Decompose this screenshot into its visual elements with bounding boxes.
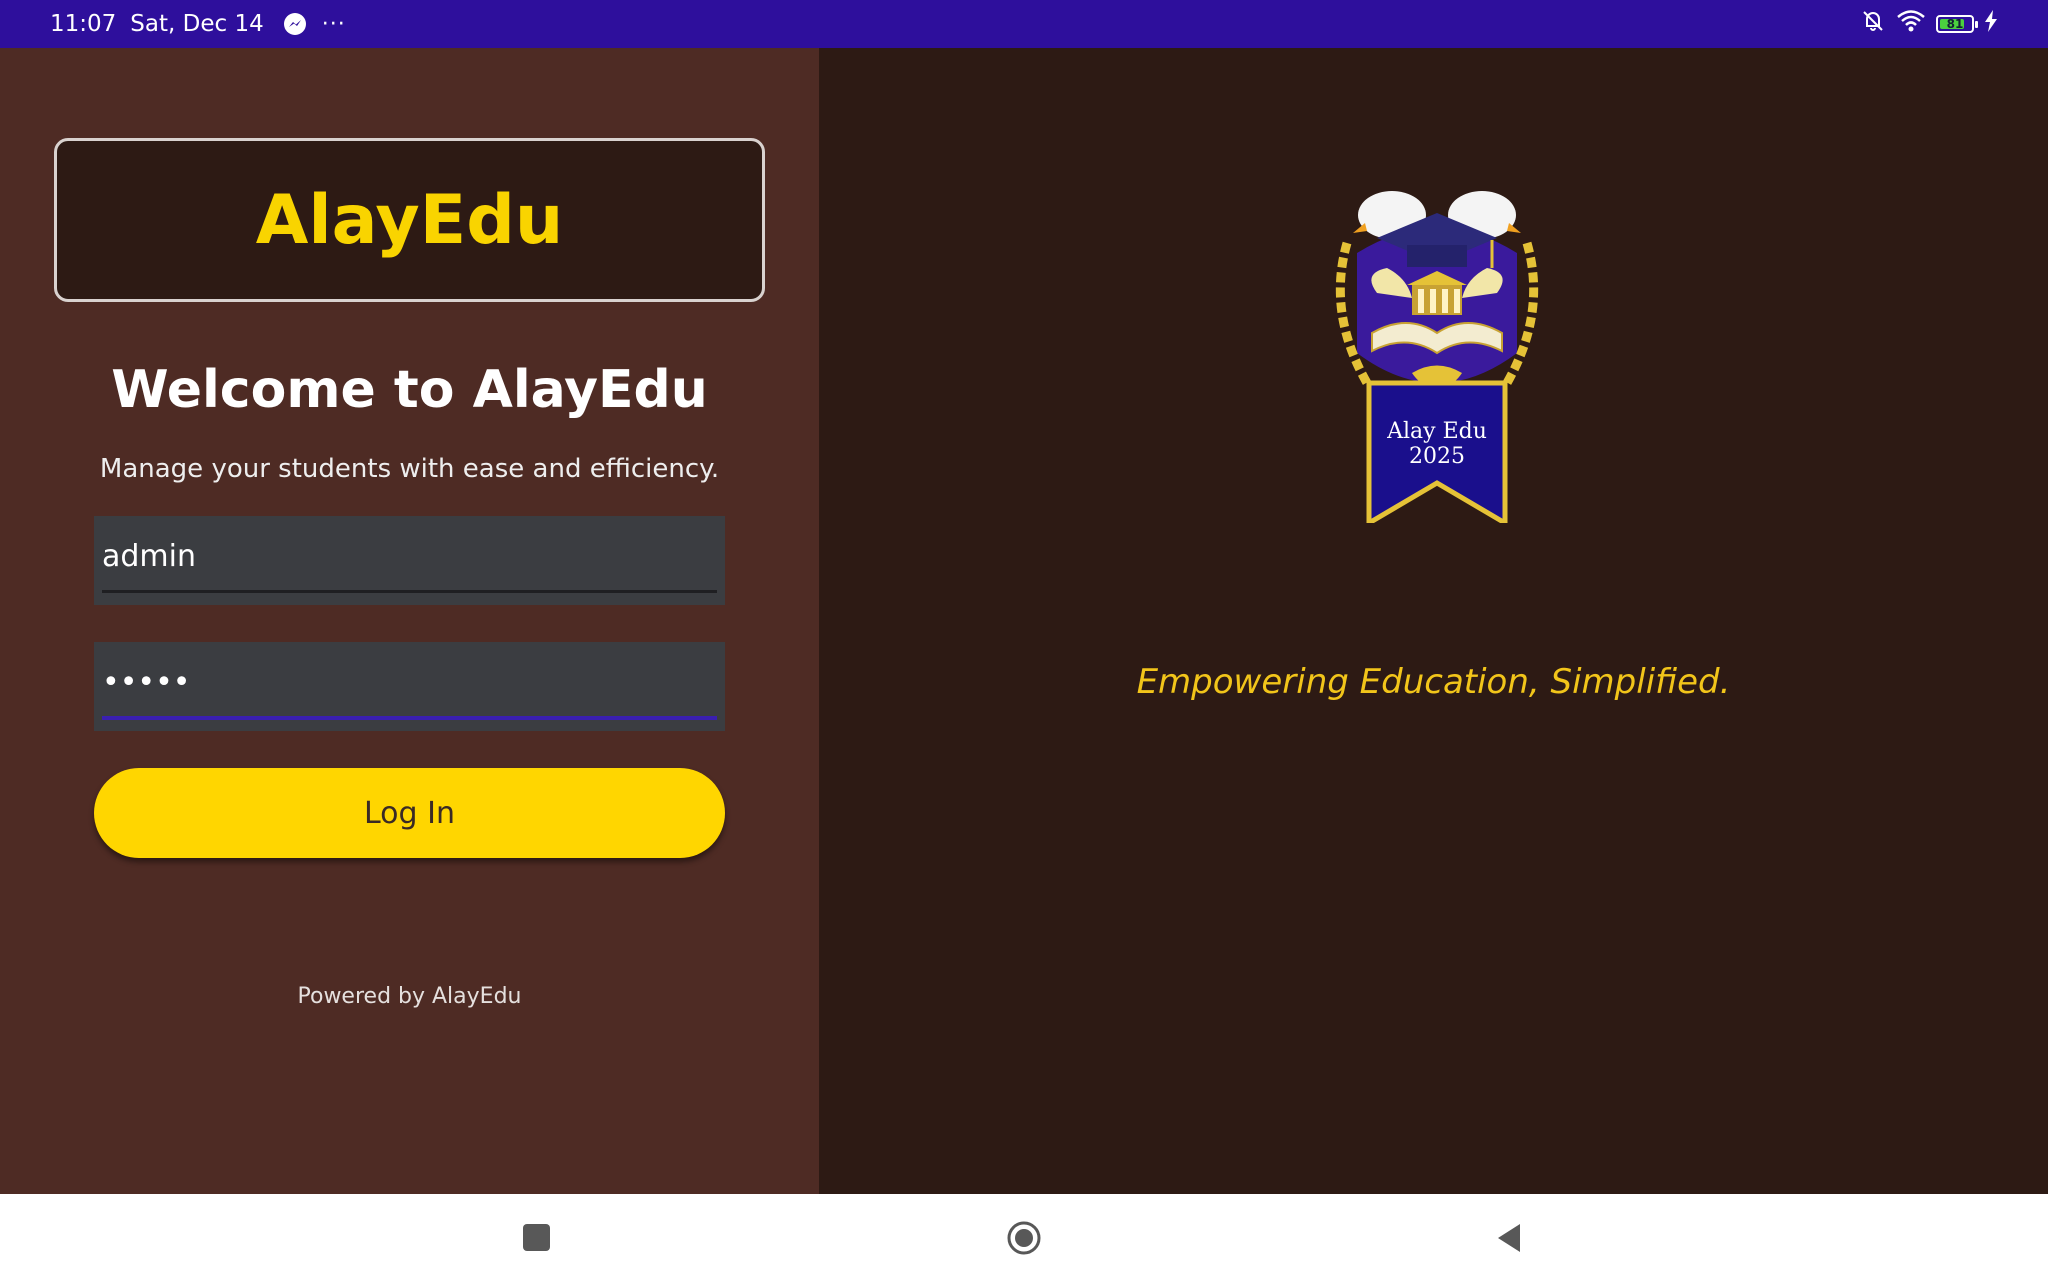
- battery-icon: 81: [1936, 15, 1978, 33]
- logo-text-line2: 2025: [1409, 444, 1465, 469]
- password-input[interactable]: [102, 652, 717, 712]
- welcome-heading: Welcome to AlayEdu: [111, 360, 708, 420]
- username-underline: [102, 590, 717, 593]
- home-icon[interactable]: [1006, 1220, 1042, 1256]
- wifi-icon: [1896, 9, 1926, 39]
- recent-apps-icon[interactable]: [523, 1224, 550, 1251]
- tagline: Empowering Education, Simplified.: [1136, 662, 1731, 702]
- more-notifications-icon: ···: [321, 11, 346, 37]
- password-underline: [102, 716, 717, 720]
- bell-off-icon: [1860, 8, 1886, 40]
- welcome-subtitle: Manage your students with ease and effic…: [99, 454, 720, 484]
- status-time: 11:07: [50, 11, 117, 37]
- brand-box: AlayEdu: [54, 138, 765, 302]
- charging-icon: [1984, 10, 1998, 38]
- login-panel: AlayEdu Welcome to AlayEdu Manage your s…: [0, 48, 819, 1194]
- brand-title: AlayEdu: [255, 180, 564, 260]
- messenger-icon: [283, 13, 306, 35]
- login-button[interactable]: Log In: [94, 768, 725, 858]
- alayedu-crest-logo: Alay Edu 2025: [1335, 191, 1539, 523]
- system-nav-bar: [0, 1194, 2048, 1280]
- battery-level: 81: [1946, 17, 1964, 31]
- username-field[interactable]: [94, 516, 725, 605]
- powered-by: Powered by AlayEdu: [297, 984, 522, 1009]
- back-icon[interactable]: [1494, 1222, 1526, 1254]
- hero-panel: Alay Edu 2025 Empowering Education, Simp…: [819, 48, 2048, 1194]
- username-input[interactable]: [102, 526, 717, 586]
- status-bar: 11:07 Sat, Dec 14 ··· 81: [0, 0, 2048, 48]
- password-field[interactable]: [94, 642, 725, 731]
- logo-text-line1: Alay Edu: [1386, 419, 1487, 444]
- status-date: Sat, Dec 14: [130, 11, 264, 37]
